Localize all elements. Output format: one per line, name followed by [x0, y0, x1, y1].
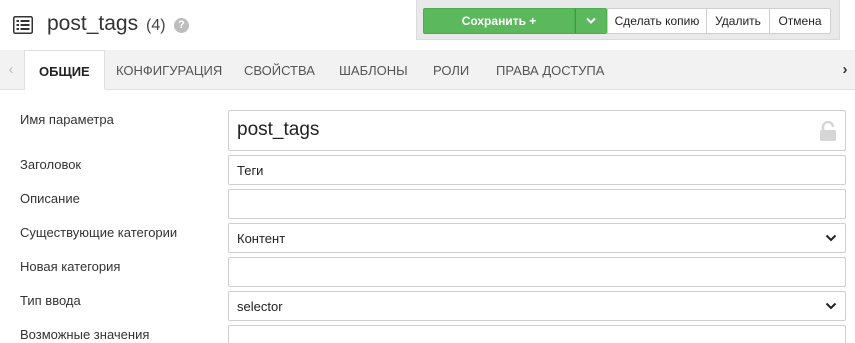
save-dropdown-button[interactable]: [575, 8, 607, 34]
existing-categories-select[interactable]: Контент: [228, 223, 846, 253]
list-icon: [13, 16, 33, 34]
input-type-select[interactable]: selector: [228, 291, 846, 321]
tab-templates[interactable]: ШАБЛОНЫ: [339, 50, 408, 90]
save-continue-button[interactable]: Сохранить + Продолжить: [423, 8, 575, 52]
description-field[interactable]: [228, 189, 846, 219]
chevron-down-icon: [825, 234, 837, 242]
name-label: Имя параметра: [20, 112, 114, 127]
existing-categories-value: Контент: [237, 231, 286, 246]
tab-configuration[interactable]: КОНФИГУРАЦИЯ: [116, 50, 222, 90]
description-label: Описание: [20, 191, 80, 206]
new-category-field[interactable]: [228, 257, 846, 287]
make-copy-button[interactable]: Сделать копию: [607, 8, 707, 34]
tab-access-rights[interactable]: ПРАВА ДОСТУПА: [496, 50, 604, 90]
page-title: post_tags: [47, 12, 139, 35]
lock-icon[interactable]: [819, 121, 837, 141]
possible-values-label: Возможные значения: [20, 327, 150, 342]
caption-label: Заголовок: [20, 157, 82, 172]
input-type-value: selector: [237, 299, 283, 314]
caption-value: Теги: [237, 163, 264, 178]
possible-values-field[interactable]: [228, 325, 846, 343]
name-field[interactable]: post_tags: [228, 110, 846, 151]
caption-field[interactable]: Теги: [228, 155, 846, 185]
tab-properties[interactable]: СВОЙСТВА: [244, 50, 315, 90]
existing-categories-label: Существующие категории: [20, 225, 178, 240]
page-header: post_tags (4) ? Сохранить + Продолжить С…: [0, 0, 855, 52]
new-category-label: Новая категория: [20, 259, 121, 274]
question-circle-icon[interactable]: ?: [174, 18, 189, 33]
item-count: (4): [146, 17, 166, 34]
action-toolbar: Сохранить + Продолжить Сделать копию Уда…: [416, 0, 840, 52]
tab-bar: ‹ ОБЩИЕ КОНФИГУРАЦИЯ СВОЙСТВА ШАБЛОНЫ РО…: [0, 50, 855, 90]
name-value: post_tags: [237, 119, 320, 140]
tab-general[interactable]: ОБЩИЕ: [24, 50, 105, 90]
chevron-down-icon: [586, 17, 596, 24]
delete-button[interactable]: Удалить: [706, 8, 770, 34]
tab-scroll-left-icon[interactable]: ‹: [0, 50, 22, 90]
cancel-button[interactable]: Отмена: [769, 8, 831, 34]
chevron-down-icon: [825, 302, 837, 310]
tab-scroll-right-icon[interactable]: ›: [834, 50, 855, 90]
tab-roles[interactable]: РОЛИ: [433, 50, 469, 90]
input-type-label: Тип ввода: [20, 293, 81, 308]
